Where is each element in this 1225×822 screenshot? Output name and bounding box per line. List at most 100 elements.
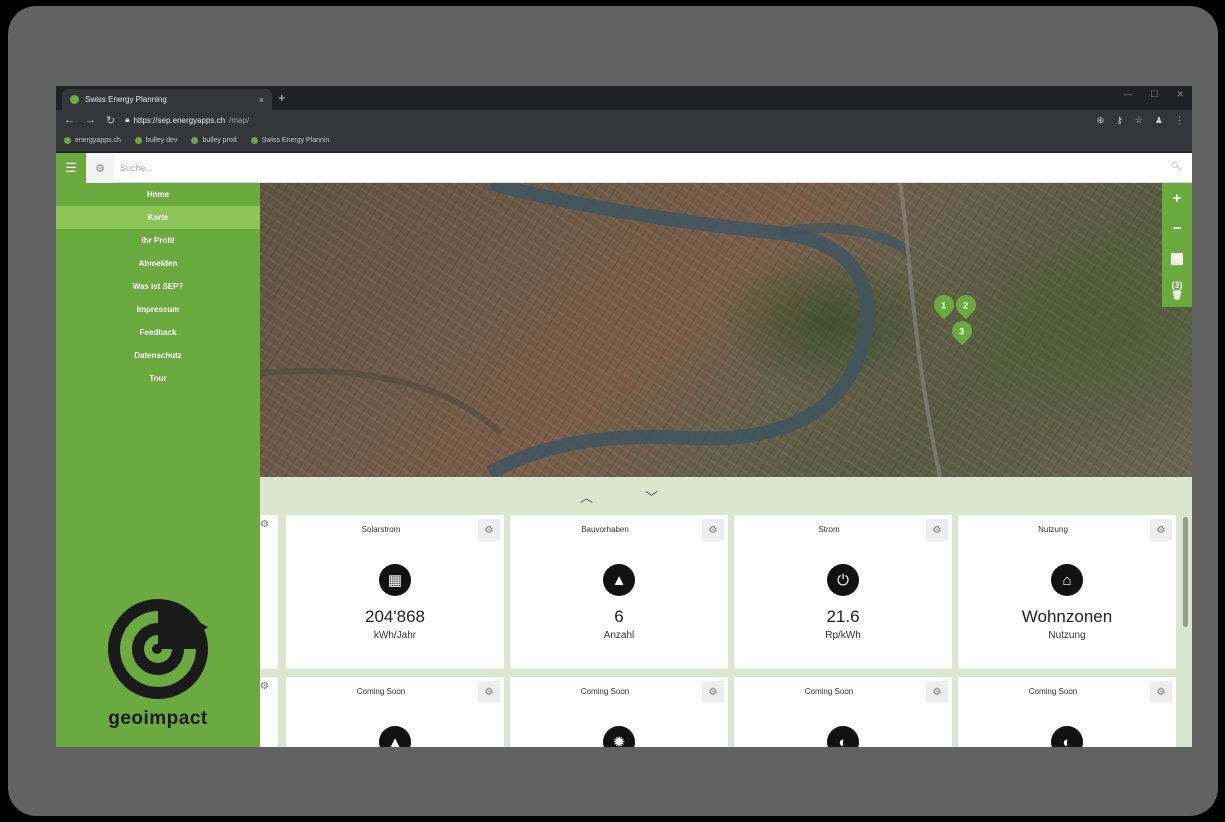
bookmark-favicon-icon [64, 137, 71, 144]
bookmark[interactable]: bulley dev [134, 137, 177, 144]
window-controls: — ☐ ✕ [1123, 89, 1184, 100]
toolbar-icons: ⊕ ⚷ ☆ ♟ ⋮ [1097, 115, 1184, 126]
chevron-up-icon[interactable]: ︿ [580, 487, 593, 506]
bookmark-favicon-icon [191, 137, 199, 144]
app-root: ☰ ⚙ 🔍︎ Home Karte Ihr Profil Abmelden Wa… [56, 153, 1192, 747]
house-icon: ⌂ [1051, 564, 1083, 596]
widget-card-coming-soon[interactable]: Coming Soon ⚙ ◐ [958, 677, 1176, 747]
sidebar-item-tour[interactable]: Tour [56, 367, 260, 390]
bookmark-favicon-icon [250, 137, 258, 144]
sidebar-item-profile[interactable]: Ihr Profil [56, 229, 260, 252]
bookmark-favicon-icon [134, 137, 142, 144]
minimize-icon[interactable]: — [1123, 89, 1132, 100]
card-value: 21.6 [826, 607, 860, 626]
settings-gear-icon[interactable]: ⚙ [86, 153, 114, 183]
satellite-map[interactable]: 1 2 3 + − ▦ (3) 🗑︎ [260, 183, 1192, 477]
sidebar-item-feedback[interactable]: Feedback [56, 321, 260, 344]
card-gear-icon[interactable]: ⚙ [926, 519, 948, 541]
url-path: /map/ [229, 115, 250, 125]
geoimpact-logo: geoimpact [98, 595, 218, 730]
card-gear-icon[interactable]: ⚙ [260, 519, 269, 530]
chevron-down-icon[interactable]: ﹀ [645, 487, 658, 506]
geoimpact-swirl-icon [108, 599, 208, 699]
card-gear-icon[interactable]: ⚙ [702, 681, 724, 703]
dashboard-scrollbar[interactable] [1183, 517, 1188, 627]
card-gear-icon[interactable]: ⚙ [478, 681, 500, 703]
bookmark[interactable]: bulley prod [191, 137, 237, 144]
card-title: Nutzung [1038, 525, 1068, 534]
widget-card-nutzung[interactable]: Nutzung ⚙ ⌂ Wohnzonen Nutzung [958, 515, 1176, 669]
card-unit: Nutzung [1048, 630, 1086, 641]
maximize-icon[interactable]: ☐ [1150, 89, 1158, 100]
lock-icon: 🔒︎ [125, 115, 130, 124]
map-layers-icon[interactable]: ▦ [1170, 243, 1184, 273]
app-topbar: ☰ ⚙ 🔍︎ [56, 153, 1192, 183]
star-icon[interactable]: ☆ [1135, 115, 1143, 126]
selection-count: (3) [1171, 279, 1183, 290]
widget-card-bauvorhaben[interactable]: Bauvorhaben ⚙ ▲ 6 Anzahl [510, 515, 728, 669]
sidebar-item-home[interactable]: Home [56, 183, 260, 206]
placeholder-icon: ◐ [1051, 726, 1083, 747]
bookmark[interactable]: energyapps.ch [64, 137, 121, 144]
placeholder-icon: ▲ [379, 726, 411, 747]
tab-strip: Swiss Energy Planning × + — ☐ ✕ [56, 86, 1192, 110]
logo-text: geoimpact [108, 708, 208, 729]
browser-toolbar: ← → ↻ 🔒︎ https://sep.energyapps.ch/map/ … [56, 110, 1192, 130]
widget-card-solarstrom[interactable]: Solarstrom ⚙ ▦ 204'868 kWh/Jahr [286, 515, 504, 669]
card-unit: Anzahl [603, 630, 635, 641]
browser-tab[interactable]: Swiss Energy Planning × [62, 89, 272, 110]
bookmarks-bar: energyapps.ch bulley dev bulley prod Swi… [56, 130, 1192, 152]
sidebar: Home Karte Ihr Profil Abmelden Was ist S… [56, 183, 260, 747]
card-gear-icon[interactable]: ⚙ [926, 681, 948, 703]
favicon-icon [70, 95, 79, 104]
bookmark[interactable]: Swiss Energy Plannin [250, 137, 329, 144]
incognito-icon[interactable]: ♟ [1155, 115, 1163, 126]
traffic-cone-icon: ▲ [603, 564, 635, 596]
cast-icon[interactable]: ⊕ [1097, 115, 1105, 126]
browser-window: Swiss Energy Planning × + — ☐ ✕ ← → ↻ 🔒︎… [56, 86, 1192, 747]
card-title: Coming Soon [580, 687, 630, 696]
widget-card-coming-soon[interactable]: Coming Soon ⚙ ✹ [510, 677, 728, 747]
map-controls: + − ▦ (3) 🗑︎ [1162, 183, 1192, 307]
search-input[interactable] [120, 159, 1120, 177]
close-window-icon[interactable]: ✕ [1176, 89, 1184, 100]
card-gear-icon[interactable]: ⚙ [478, 519, 500, 541]
widget-card-coming-soon[interactable]: Coming Soon ⚙ ◐ [734, 677, 952, 747]
sidebar-item-about[interactable]: Was ist SEP? [56, 275, 260, 298]
key-icon[interactable]: ⚷ [1116, 115, 1123, 126]
card-title: Bauvorhaben [581, 525, 629, 534]
sidebar-item-logout[interactable]: Abmelden [56, 252, 260, 275]
selection-delete-button[interactable]: (3) 🗑︎ [1171, 273, 1182, 307]
card-gear-icon[interactable]: ⚙ [702, 519, 724, 541]
hamburger-menu-icon[interactable]: ☰ [56, 153, 86, 183]
new-tab-button[interactable]: + [278, 90, 286, 105]
back-arrow-icon[interactable]: ← [64, 114, 75, 126]
card-title: Solarstrom [361, 525, 401, 534]
river-overlay [260, 183, 942, 477]
card-gear-icon[interactable]: ⚙ [1150, 681, 1172, 703]
address-bar[interactable]: 🔒︎ https://sep.energyapps.ch/map/ [125, 115, 1086, 125]
sidebar-item-karte[interactable]: Karte [56, 206, 260, 229]
widget-card-coming-soon[interactable]: Coming Soon ⚙ ▲ [286, 677, 504, 747]
card-gear-icon[interactable]: ⚙ [260, 681, 269, 692]
url-host: https://sep.energyapps.ch [133, 115, 226, 125]
sidebar-item-privacy[interactable]: Datenschutz [56, 344, 260, 367]
menu-dots-icon[interactable]: ⋮ [1175, 115, 1184, 126]
tab-close-icon[interactable]: × [259, 95, 264, 105]
zoom-out-button[interactable]: − [1173, 213, 1182, 243]
card-title: Strom [818, 525, 840, 534]
card-title: Coming Soon [1028, 687, 1078, 696]
search-icon[interactable]: 🔍︎ [1171, 161, 1182, 172]
card-value: Wohnzonen [1021, 607, 1113, 626]
forward-arrow-icon[interactable]: → [85, 114, 96, 126]
card-gear-icon[interactable]: ⚙ [1150, 519, 1172, 541]
dashboard-panel: ︿ ﹀ ⚙ ⚙ Solarstrom ⚙ ▦ 204'868 kWh/Jahr … [260, 477, 1192, 747]
zoom-in-button[interactable]: + [1173, 183, 1182, 213]
widget-card-strom[interactable]: Strom ⚙ ⏻ 21.6 Rp/kWh [734, 515, 952, 669]
placeholder-icon: ◐ [827, 726, 859, 747]
placeholder-icon: ✹ [603, 726, 635, 747]
reload-icon[interactable]: ↻ [106, 114, 115, 127]
sidebar-item-impressum[interactable]: Impressum [56, 298, 260, 321]
card-partial: ⚙ [260, 515, 278, 669]
card-unit: kWh/Jahr [373, 630, 417, 641]
